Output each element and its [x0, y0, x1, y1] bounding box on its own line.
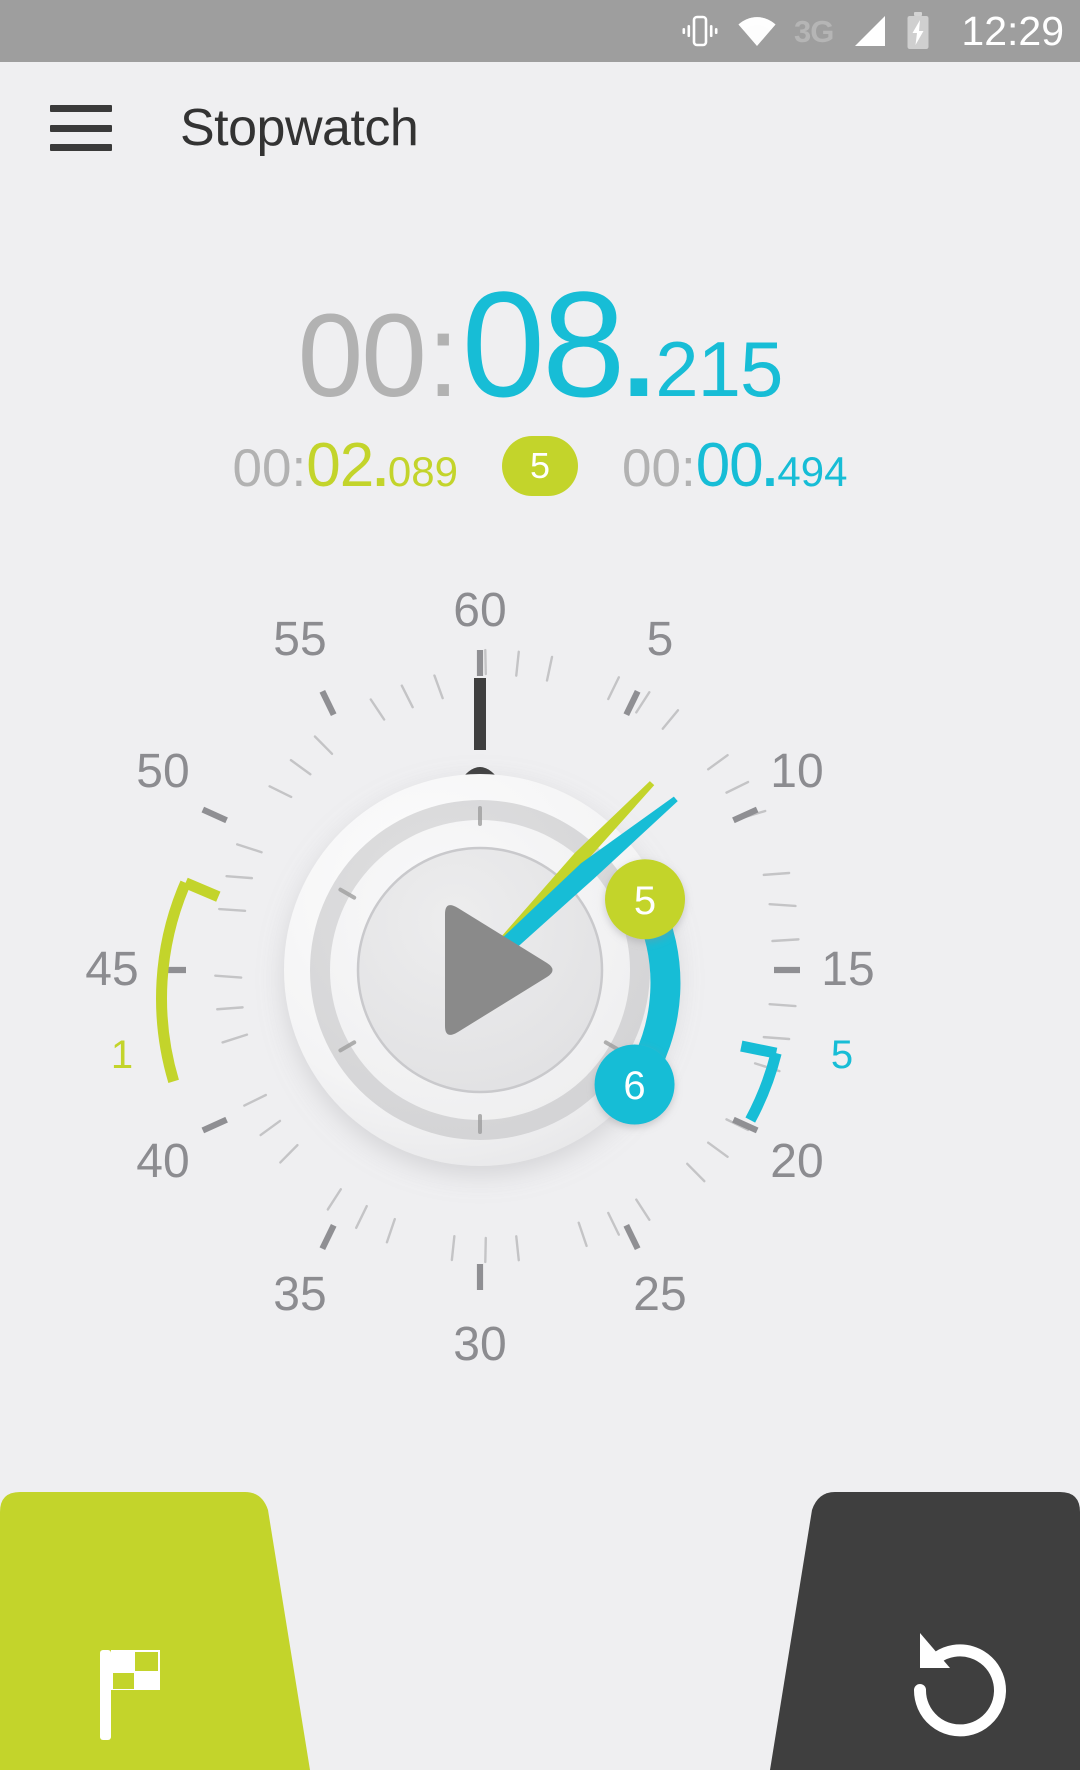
best-lap-decimal: .	[373, 439, 388, 498]
current-lap-seconds: 00	[695, 431, 764, 500]
main-timer-seconds: 08	[461, 260, 626, 428]
dial-label-5: 5	[647, 613, 674, 666]
hamburger-bar-2	[50, 124, 112, 132]
dial-label-55: 55	[273, 613, 326, 666]
dial-label-40: 40	[136, 1135, 189, 1188]
status-bar: 3G 12:29	[0, 0, 1080, 62]
page-title: Stopwatch	[180, 99, 419, 157]
main-timer-minutes: 00	[297, 290, 427, 422]
battery-charging-icon	[907, 12, 929, 49]
outer-marker-lime-cap	[183, 877, 221, 902]
stopwatch-screen: 3G 12:29 Stopwatch 00 : 08 . 215 00: 02…	[0, 0, 1080, 1770]
current-lap-decimal: .	[762, 439, 778, 498]
network-type-label: 3G	[794, 13, 834, 49]
best-lap-separator: :	[291, 439, 307, 498]
dial-label-20: 20	[770, 1135, 823, 1188]
outer-marker-cyan-cap	[740, 1040, 778, 1059]
current-lap-separator: :	[680, 439, 696, 498]
reset-button-shape	[770, 1492, 1080, 1770]
dial-label-45: 45	[85, 943, 138, 996]
signal-icon	[855, 16, 886, 46]
current-lap-milliseconds: 494	[777, 448, 848, 495]
status-bar-icons: 3G 12:29	[680, 7, 1064, 54]
current-lap-minutes: 00	[622, 439, 681, 498]
bezel-badge-lime-label: 5	[634, 879, 656, 923]
dial-label-25: 25	[633, 1268, 686, 1321]
lap-button[interactable]	[0, 1490, 310, 1770]
best-lap-minutes: 00	[232, 439, 292, 498]
best-lap-time: 00 : 02 . 089	[233, 430, 458, 501]
hamburger-menu-icon[interactable]	[50, 105, 112, 151]
vibrate-icon	[682, 15, 718, 47]
dial-label-50: 50	[136, 745, 189, 798]
app-bar: Stopwatch	[0, 62, 1080, 194]
outer-marker-lime-label: 1	[111, 1033, 133, 1077]
bezel-badge-cyan-label: 6	[623, 1064, 645, 1108]
lap-count-badge: 5	[502, 435, 578, 496]
main-timer-separator: :	[426, 290, 460, 422]
current-lap-time: 00 : 00 . 494	[622, 430, 847, 501]
start-button[interactable]	[358, 848, 602, 1092]
main-timer-milliseconds: 215	[655, 325, 783, 413]
dial-label-30: 30	[453, 1318, 506, 1371]
dial-label-10: 10	[770, 745, 823, 798]
hamburger-bar-3	[50, 144, 112, 151]
dial-label-15: 15	[821, 943, 874, 996]
wifi-icon	[738, 17, 776, 46]
best-lap-milliseconds: 089	[387, 448, 458, 495]
dial-label-35: 35	[273, 1268, 326, 1321]
lap-button-shape	[0, 1492, 310, 1770]
best-lap-seconds: 02	[306, 431, 374, 500]
status-bar-clock: 12:29	[961, 7, 1064, 54]
main-timer: 00 : 08 . 215	[0, 258, 1080, 431]
reset-button[interactable]	[770, 1490, 1080, 1770]
dial-svg: 60 5 10 15 20 25 30 35 40 45 50 55 1 5 5…	[85, 584, 874, 1371]
dial-label-60: 60	[453, 584, 506, 637]
hamburger-bar-1	[50, 105, 112, 112]
stopwatch-dial[interactable]: 60 5 10 15 20 25 30 35 40 45 50 55 1 5 5…	[60, 570, 1020, 1390]
main-timer-decimal: .	[622, 290, 656, 422]
outer-marker-cyan-label: 5	[831, 1033, 853, 1077]
lap-summary-row: 00 : 02 . 089 5 00 : 00 . 494	[0, 430, 1080, 501]
outer-marker-lime-arc	[156, 880, 191, 1083]
